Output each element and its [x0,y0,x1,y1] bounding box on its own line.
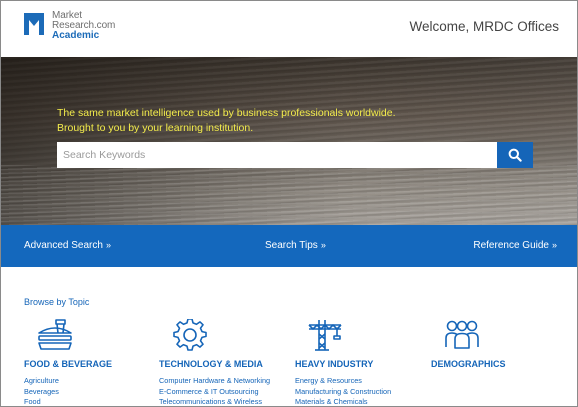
topic-title[interactable]: TECHNOLOGY & MEDIA [159,359,263,369]
search-input[interactable] [57,142,497,168]
header: Market Research.com Academic Welcome, MR… [1,1,577,57]
topic-links: Computer Hardware & Networking E-Commerc… [159,376,270,406]
search-tips-label: Search Tips [265,240,318,251]
topic-link[interactable]: Agriculture [24,376,59,387]
page-frame: Market Research.com Academic Welcome, MR… [0,0,578,407]
topic-title[interactable]: DEMOGRAPHICS [431,359,506,369]
tagline-line-1: The same market intelligence used by bus… [57,107,396,119]
reference-guide-link[interactable]: Reference Guide» [473,240,557,251]
chevron-right-icon: » [320,240,326,250]
topic-link[interactable]: E-Commerce & IT Outsourcing [159,387,270,398]
topic-link[interactable]: Materials & Chemicals [295,397,391,406]
topic-link[interactable]: Computer Hardware & Networking [159,376,270,387]
topic-link[interactable]: Manufacturing & Construction [295,387,391,398]
logo-mark-icon [24,13,44,35]
topic-link[interactable]: Energy & Resources [295,376,391,387]
crane-icon[interactable] [307,319,345,351]
gear-icon[interactable] [171,319,209,351]
welcome-message: Welcome, MRDC Offices [409,19,559,34]
topic-link[interactable]: Beverages [24,387,59,398]
search-icon [508,148,522,162]
chevron-right-icon: » [551,240,557,250]
topic-title[interactable]: FOOD & BEVERAGE [24,359,112,369]
advanced-search-label: Advanced Search [24,240,103,251]
topic-link[interactable]: Food [24,397,59,406]
topic-title[interactable]: HEAVY INDUSTRY [295,359,373,369]
topic-links: Agriculture Beverages Food [24,376,59,406]
logo[interactable]: Market Research.com Academic [52,11,115,41]
topic-link[interactable]: Telecommunications & Wireless [159,397,270,406]
people-icon[interactable] [443,319,481,351]
reference-guide-label: Reference Guide [473,240,549,251]
hero-tagline: The same market intelligence used by bus… [57,106,396,136]
logo-line-3: Academic [52,30,100,41]
search-button[interactable] [497,142,533,168]
hero-banner: The same market intelligence used by bus… [1,57,577,225]
advanced-search-link[interactable]: Advanced Search» [24,240,111,251]
burger-icon[interactable] [36,319,74,351]
search-tips-link[interactable]: Search Tips» [265,240,326,251]
search-bar [57,142,533,168]
chevron-right-icon: » [105,240,111,250]
topic-links: Energy & Resources Manufacturing & Const… [295,376,391,406]
quick-links-bar: Advanced Search» Search Tips» Reference … [1,225,577,267]
browse-by-topic-heading: Browse by Topic [24,297,90,307]
tagline-line-2: Brought to you by your learning institut… [57,122,254,134]
